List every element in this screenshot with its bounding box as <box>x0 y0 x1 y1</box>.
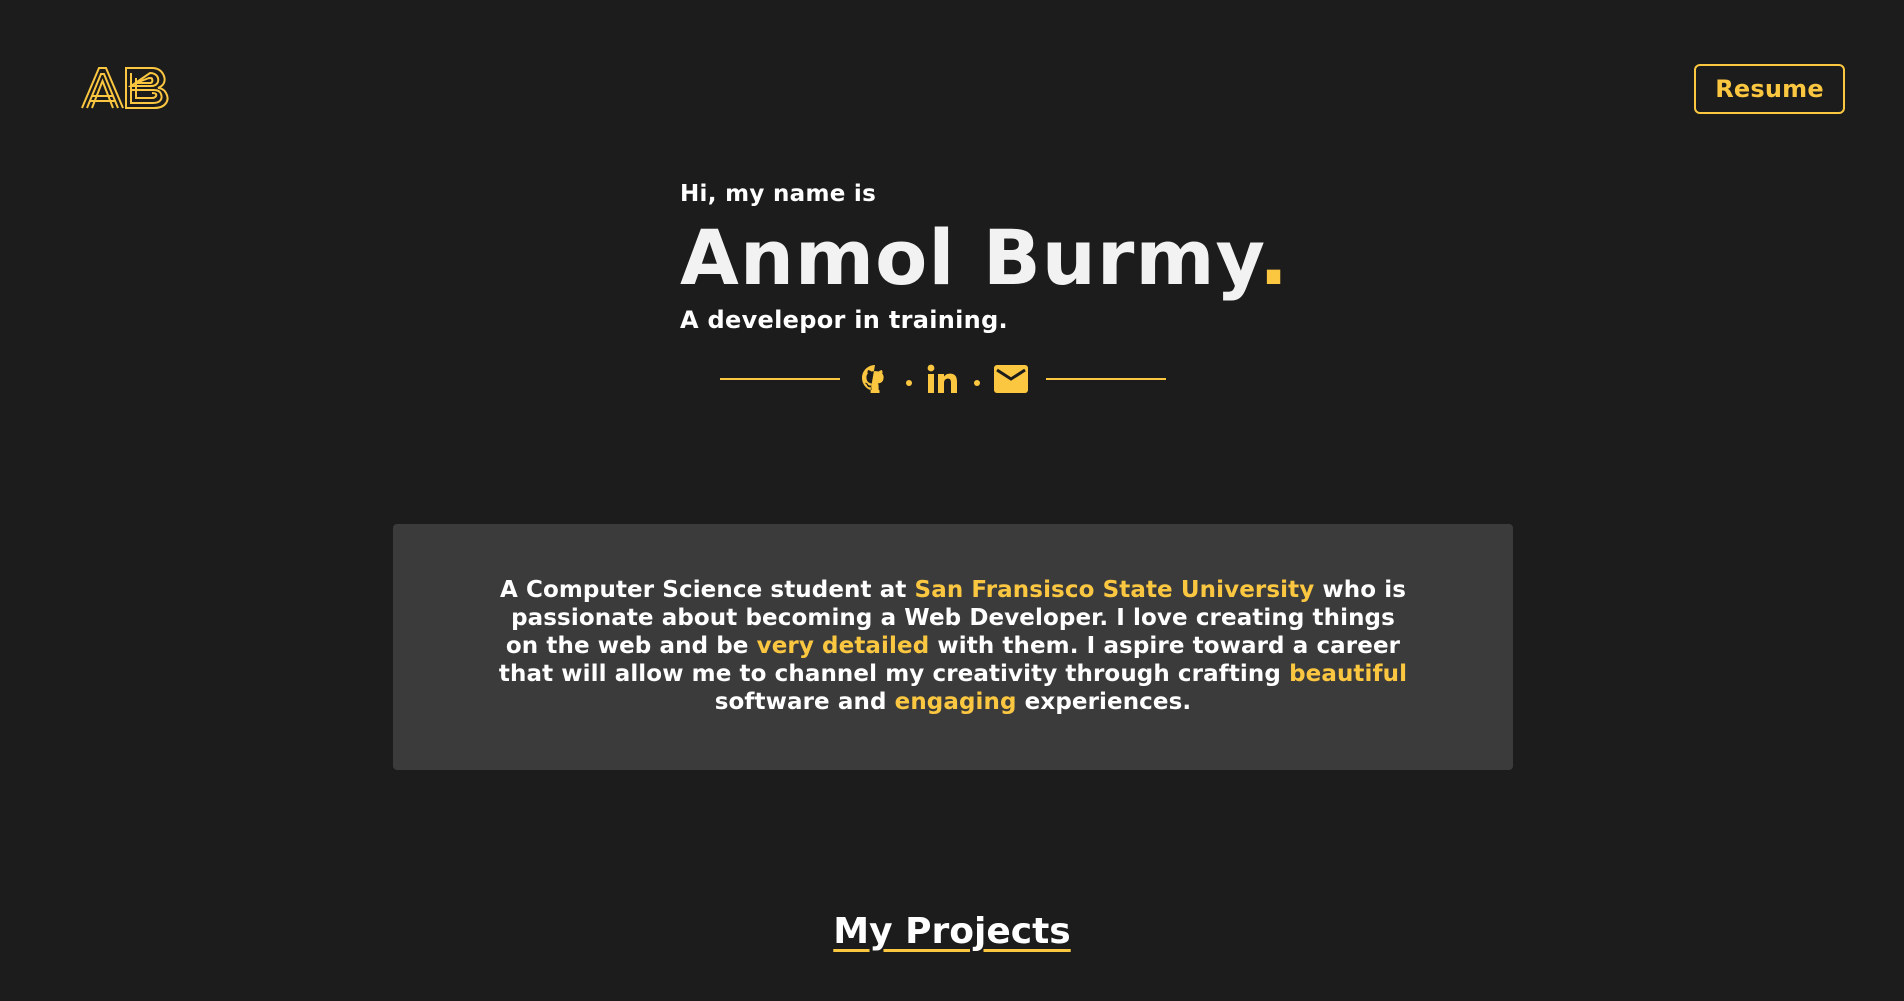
projects-title: My Projects <box>0 904 1904 960</box>
ab-monogram-logo[interactable] <box>80 66 172 110</box>
about-text: A Computer Science student at San Fransi… <box>493 576 1413 716</box>
divider-left <box>720 378 840 380</box>
about-text-part: software and <box>714 689 895 715</box>
divider-right <box>1046 378 1166 380</box>
github-link[interactable] <box>858 362 892 396</box>
hero-name-text: Anmol Burmy <box>680 213 1260 302</box>
linkedin-link[interactable] <box>926 362 960 396</box>
resume-button[interactable]: Resume <box>1694 64 1845 114</box>
about-highlight-university: San Fransisco State University <box>914 577 1315 603</box>
about-highlight-engaging: engaging <box>894 689 1017 715</box>
github-icon <box>862 365 884 393</box>
hero-name: Anmol Burmy. <box>680 212 1288 304</box>
email-link[interactable] <box>994 362 1028 396</box>
about-card: A Computer Science student at San Fransi… <box>393 524 1513 770</box>
hero-section: Hi, my name is Anmol Burmy. A develepor … <box>680 176 1288 336</box>
linkedin-icon <box>927 364 957 393</box>
social-links <box>720 356 1180 402</box>
mail-icon <box>994 365 1028 393</box>
separator-dot <box>974 380 980 386</box>
hero-greeting: Hi, my name is <box>680 181 877 207</box>
page: Resume Hi, my name is Anmol Burmy. A dev… <box>0 0 1904 1001</box>
hero-name-dot: . <box>1259 213 1289 302</box>
projects-title-text: My Projects <box>833 911 1071 952</box>
about-text-part: experiences. <box>1016 689 1192 715</box>
hero-tagline: A develepor in training. <box>680 306 1008 334</box>
about-text-part: A Computer Science student at <box>499 577 915 603</box>
about-highlight-beautiful: beautiful <box>1289 661 1408 687</box>
separator-dot <box>906 380 912 386</box>
about-highlight-detailed: very detailed <box>756 633 930 659</box>
